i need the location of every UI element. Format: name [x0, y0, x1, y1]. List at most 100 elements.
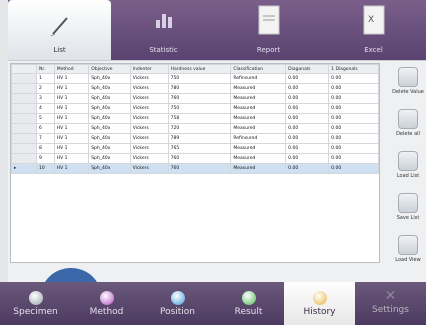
- table-cell: Measured: [230, 163, 287, 174]
- load-view-button[interactable]: Load View: [384, 231, 426, 273]
- nav-result-label: Result: [234, 307, 263, 317]
- row-header[interactable]: [11, 143, 37, 154]
- table-cell: 0.00: [328, 133, 379, 144]
- table-cell: Measured: [230, 123, 287, 134]
- nav-history-label: History: [303, 307, 336, 317]
- column-header[interactable]: Nr.: [36, 64, 55, 74]
- tab-list[interactable]: List: [8, 0, 111, 60]
- table-row[interactable]: 3 HV 1 Sph_40x Vickers 760 Measured 0.00 0.00: [11, 93, 379, 104]
- table-row[interactable]: 2 HV 1 Sph_40x Vickers 780 Measured 0.00 0.00: [11, 83, 379, 94]
- table-cell: Sph_40x: [88, 123, 131, 134]
- tab-excel[interactable]: X Excel: [321, 0, 426, 60]
- table-cell: 6: [36, 123, 55, 134]
- table-cell: 0.00: [328, 73, 379, 84]
- row-header[interactable]: [11, 93, 37, 104]
- tab-statistic[interactable]: Statistic: [111, 0, 216, 60]
- nav-history[interactable]: History: [284, 282, 355, 325]
- table-cell: Sph_40x: [88, 163, 131, 174]
- table-row[interactable]: 9 HV 1 Sph_40x Vickers 760 Measured 0.00 0.00: [11, 153, 379, 164]
- table-cell: HV 1: [53, 163, 90, 174]
- row-header[interactable]: [11, 73, 37, 84]
- table-cell: HV 1: [53, 113, 90, 124]
- table-cell: 9: [36, 153, 55, 164]
- column-header[interactable]: 1 Diagonals: [328, 64, 379, 74]
- svg-text:X: X: [368, 15, 374, 25]
- table-cell: 0.00: [285, 113, 330, 124]
- table-cell: Vickers: [129, 93, 169, 104]
- table-row[interactable]: 7 HV 1 Sph_40x Vickers 789 Refinsured 0.00 0.00: [11, 133, 379, 144]
- delete-value-icon: [398, 67, 418, 87]
- table-cell: Vickers: [129, 103, 169, 114]
- table-cell: 4: [36, 103, 55, 114]
- column-header[interactable]: Diagonals: [285, 64, 330, 74]
- row-header[interactable]: [11, 103, 37, 114]
- tab-report-label: Report: [256, 46, 281, 54]
- row-header[interactable]: [11, 83, 37, 94]
- table-cell: Vickers: [129, 123, 169, 134]
- table-cell: 0.00: [285, 93, 330, 104]
- row-header[interactable]: ▸: [11, 163, 37, 174]
- load-list-button[interactable]: Load List: [384, 147, 426, 189]
- table-cell: Vickers: [129, 133, 169, 144]
- table-cell: Measured: [230, 113, 287, 124]
- table-cell: HV 1: [53, 123, 90, 134]
- excel-icon: X: [361, 4, 387, 40]
- table-cell: Sph_40x: [88, 93, 131, 104]
- save-list-icon: [398, 193, 418, 213]
- save-list-label: Save List: [396, 215, 420, 221]
- table-cell: 0.00: [328, 83, 379, 94]
- save-list-button[interactable]: Save List: [384, 189, 426, 231]
- table-row[interactable]: 6 HV 1 Sph_40x Vickers 720 Measured 0.00 0.00: [11, 123, 379, 134]
- table-row[interactable]: 8 HV 1 Sph_40x Vickers 765 Measured 0.00 0.00: [11, 143, 379, 154]
- row-header[interactable]: [11, 123, 37, 134]
- table-row[interactable]: ▸ 10 HV 1 Sph_40x Vickers 760 Measured 0.00 0.00: [11, 163, 379, 174]
- table-cell: 780: [167, 83, 232, 94]
- column-header[interactable]: Objective: [88, 64, 131, 74]
- tab-statistic-label: Statistic: [149, 46, 178, 54]
- nav-specimen[interactable]: Specimen: [0, 282, 71, 325]
- table-cell: 0.00: [285, 73, 330, 84]
- table-cell: 0.00: [328, 153, 379, 164]
- table-cell: 0.00: [285, 163, 330, 174]
- table-row[interactable]: 5 HV 1 Sph_40x Vickers 758 Measured 0.00 0.00: [11, 113, 379, 124]
- nav-method-label: Method: [89, 307, 124, 317]
- nav-method[interactable]: Method: [71, 282, 142, 325]
- column-header[interactable]: Method: [53, 64, 90, 74]
- settings-icon: ✕: [384, 288, 397, 304]
- table-cell: Sph_40x: [88, 103, 131, 114]
- position-icon: [170, 291, 185, 305]
- table-cell: 10: [36, 163, 55, 174]
- table-row[interactable]: 1 HV 1 Sph_40x Vickers 750 Refinsured 0.00 0.00: [11, 73, 379, 84]
- delete-all-button[interactable]: Delete all: [384, 105, 426, 147]
- column-header[interactable]: [11, 64, 37, 74]
- nav-result[interactable]: Result: [213, 282, 284, 325]
- row-header[interactable]: [11, 133, 37, 144]
- table-cell: 760: [167, 163, 232, 174]
- history-icon: [312, 291, 327, 305]
- column-header[interactable]: Indenter: [129, 64, 169, 74]
- delete-value-button[interactable]: Delete Value: [384, 63, 426, 105]
- table-cell: Vickers: [129, 113, 169, 124]
- column-header[interactable]: Hardness value: [167, 64, 232, 74]
- table-cell: 7: [36, 133, 55, 144]
- tab-report[interactable]: Report: [216, 0, 321, 60]
- nav-position[interactable]: Position: [142, 282, 213, 325]
- table-cell: 0.00: [328, 113, 379, 124]
- nav-position-label: Position: [159, 307, 196, 317]
- table-cell: 750: [167, 73, 232, 84]
- table-cell: Sph_40x: [88, 113, 131, 124]
- table-cell: 765: [167, 143, 232, 154]
- nav-settings[interactable]: ✕ Settings: [355, 282, 426, 325]
- table-row[interactable]: 4 HV 1 Sph_40x Vickers 750 Measured 0.00 0.00: [11, 103, 379, 114]
- bottom-nav-bar: Specimen Method Position Result History …: [0, 282, 426, 325]
- table-cell: 0.00: [328, 163, 379, 174]
- row-header[interactable]: [11, 113, 37, 124]
- table-cell: 1: [36, 73, 55, 84]
- result-icon: [241, 291, 256, 305]
- column-header[interactable]: Classification: [230, 64, 287, 74]
- table-cell: Vickers: [129, 73, 169, 84]
- row-header[interactable]: [11, 153, 37, 164]
- nav-settings-label: Settings: [372, 305, 409, 315]
- table-cell: Refinsured: [230, 73, 287, 84]
- delete-value-label: Delete Value: [392, 89, 424, 95]
